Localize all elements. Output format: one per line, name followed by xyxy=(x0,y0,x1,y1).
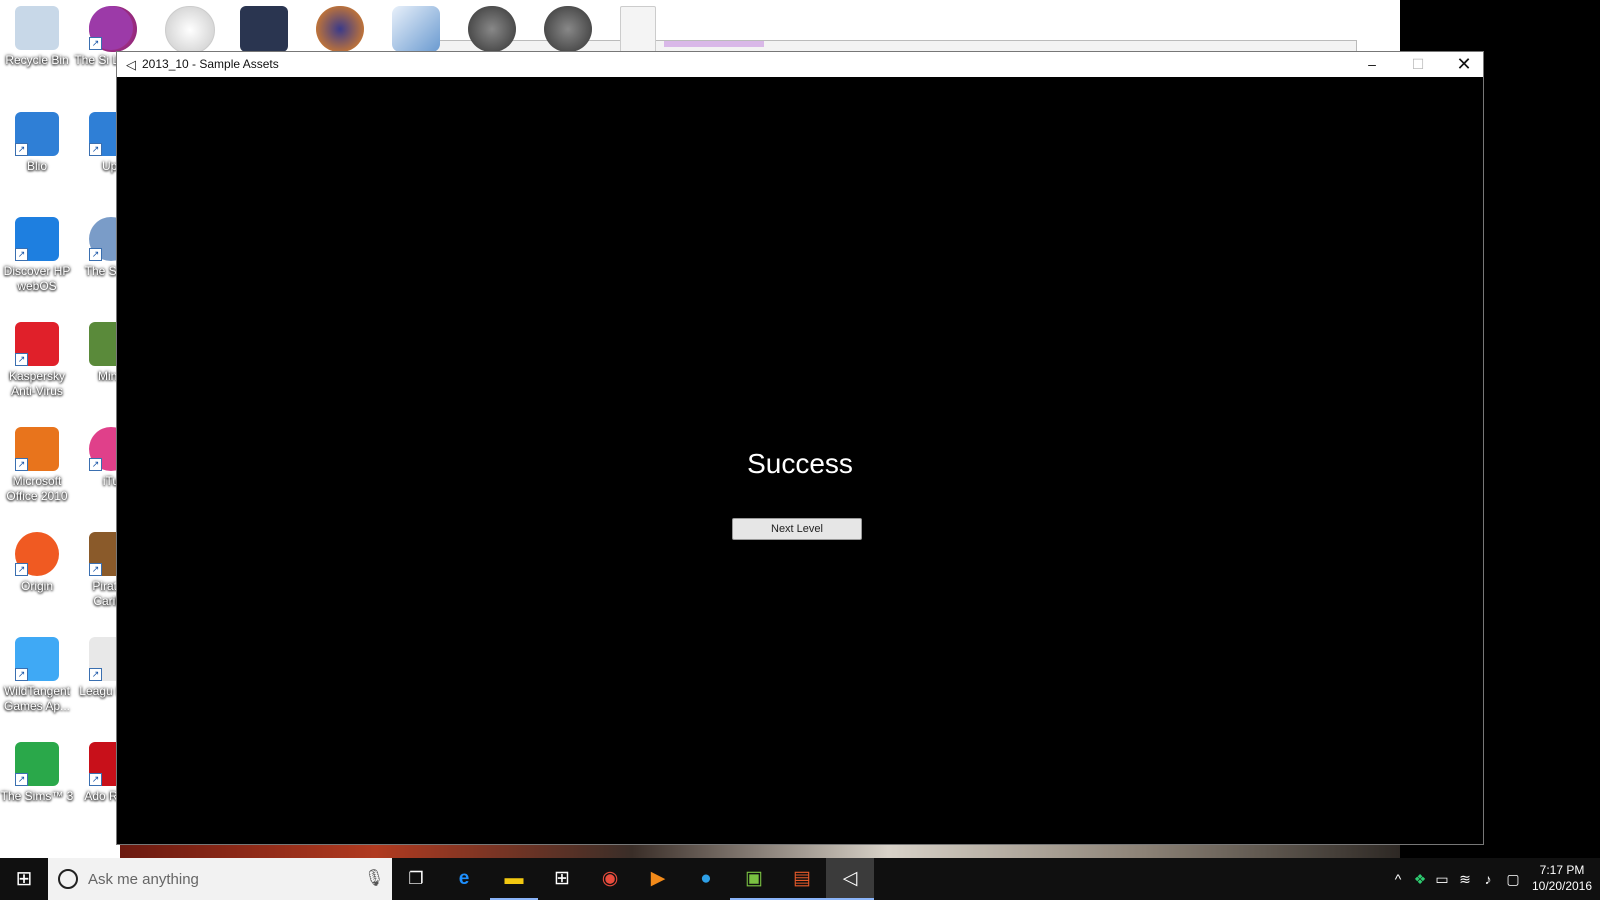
clock-date: 10/20/2016 xyxy=(1531,879,1593,893)
game-window: ◁ 2013_10 - Sample Assets – ☐ ✕ Success … xyxy=(116,51,1484,845)
desktop-wallpaper-strip xyxy=(120,843,1400,858)
unity-taskbar-icon[interactable]: ◁ xyxy=(826,858,874,900)
hp-app-icon[interactable]: ▣ xyxy=(730,858,778,900)
blio-icon: ↗ xyxy=(15,112,59,156)
media-player-icon[interactable]: ▶ xyxy=(634,858,682,900)
chrome-icon[interactable]: ◉ xyxy=(586,858,634,900)
origin-icon: ↗ xyxy=(15,532,59,576)
edge-icon[interactable]: e xyxy=(440,858,488,900)
wildtangent-icon: ↗ xyxy=(15,637,59,681)
kaspersky-icon: ↗ xyxy=(15,322,59,366)
next-level-button[interactable]: Next Level xyxy=(732,518,862,540)
java-app-icon[interactable]: ▤ xyxy=(778,858,826,900)
dropbox-icon[interactable]: ❖ xyxy=(1410,858,1430,900)
minimize-button[interactable]: – xyxy=(1349,52,1395,77)
sims-late-night-icon: ↗ xyxy=(89,6,133,50)
wifi-icon[interactable]: ≋ xyxy=(1454,858,1476,900)
maximize-button[interactable]: ☐ xyxy=(1395,52,1441,77)
sims3-icon: ↗ xyxy=(15,742,59,786)
game-viewport[interactable]: Success Next Level xyxy=(117,77,1483,844)
window-title: 2013_10 - Sample Assets xyxy=(142,57,279,71)
volume-icon[interactable]: ♪ xyxy=(1478,858,1498,900)
rs-app-icon[interactable] xyxy=(240,6,288,52)
show-hidden-icons[interactable]: ^ xyxy=(1388,858,1408,900)
desktop-icon-sims3[interactable]: ↗ The Sims™ 3 xyxy=(0,742,74,804)
search-placeholder: Ask me anything xyxy=(88,871,199,888)
file-explorer-icon[interactable]: ▬ xyxy=(490,858,538,900)
film-reel-icon[interactable] xyxy=(468,6,516,52)
globe-app-icon[interactable]: ● xyxy=(682,858,730,900)
desktop-icon-recycle-bin[interactable]: Recycle Bin xyxy=(0,6,74,68)
recycle-bin-icon xyxy=(15,6,59,50)
window-titlebar[interactable]: ◁ 2013_10 - Sample Assets – ☐ ✕ xyxy=(117,52,1483,77)
desktop-icon-blio[interactable]: ↗ Blio xyxy=(0,112,74,174)
battery-icon[interactable]: ▭ xyxy=(1432,858,1452,900)
desktop-icon-wildtangent[interactable]: ↗ WildTangent Games Ap... xyxy=(0,637,74,714)
desktop-icon-hp-webos[interactable]: ↗ Discover HP webOS xyxy=(0,217,74,294)
virtualbox-icon[interactable] xyxy=(392,6,440,52)
file-icon[interactable] xyxy=(620,6,656,54)
taskbar: ⊞ Ask me anything 🎙 ❐ e ▬ ⊞ ◉ ▶ ● ▣ ▤ ◁ … xyxy=(0,858,1600,900)
clock-time: 7:17 PM xyxy=(1539,863,1585,877)
clock[interactable]: 7:17 PM 10/20/2016 xyxy=(1527,862,1597,894)
unity-icon: ◁ xyxy=(126,57,136,72)
store-icon[interactable]: ⊞ xyxy=(538,858,586,900)
film-reel-icon-2[interactable] xyxy=(544,6,592,52)
start-button[interactable]: ⊞ xyxy=(0,858,48,900)
desktop-icon-origin[interactable]: ↗ Origin xyxy=(0,532,74,594)
action-center-icon[interactable]: ▢ xyxy=(1502,858,1524,900)
microphone-icon[interactable]: 🎙 xyxy=(364,868,384,888)
background-window-tab[interactable] xyxy=(664,41,764,47)
eclipse-icon[interactable] xyxy=(316,6,364,52)
desktop-icon-office[interactable]: ↗ Microsoft Office 2010 xyxy=(0,427,74,504)
cortana-icon xyxy=(58,869,78,889)
hp-webos-icon: ↗ xyxy=(15,217,59,261)
office-icon: ↗ xyxy=(15,427,59,471)
desktop-icon-kaspersky[interactable]: ↗ Kaspersky Anti-Virus xyxy=(0,322,74,399)
close-button[interactable]: ✕ xyxy=(1441,52,1487,77)
search-box[interactable]: Ask me anything 🎙 xyxy=(48,858,392,900)
success-message: Success xyxy=(747,448,853,479)
task-view-icon[interactable]: ❐ xyxy=(392,858,440,900)
sims-plumbob-icon[interactable] xyxy=(165,6,215,54)
